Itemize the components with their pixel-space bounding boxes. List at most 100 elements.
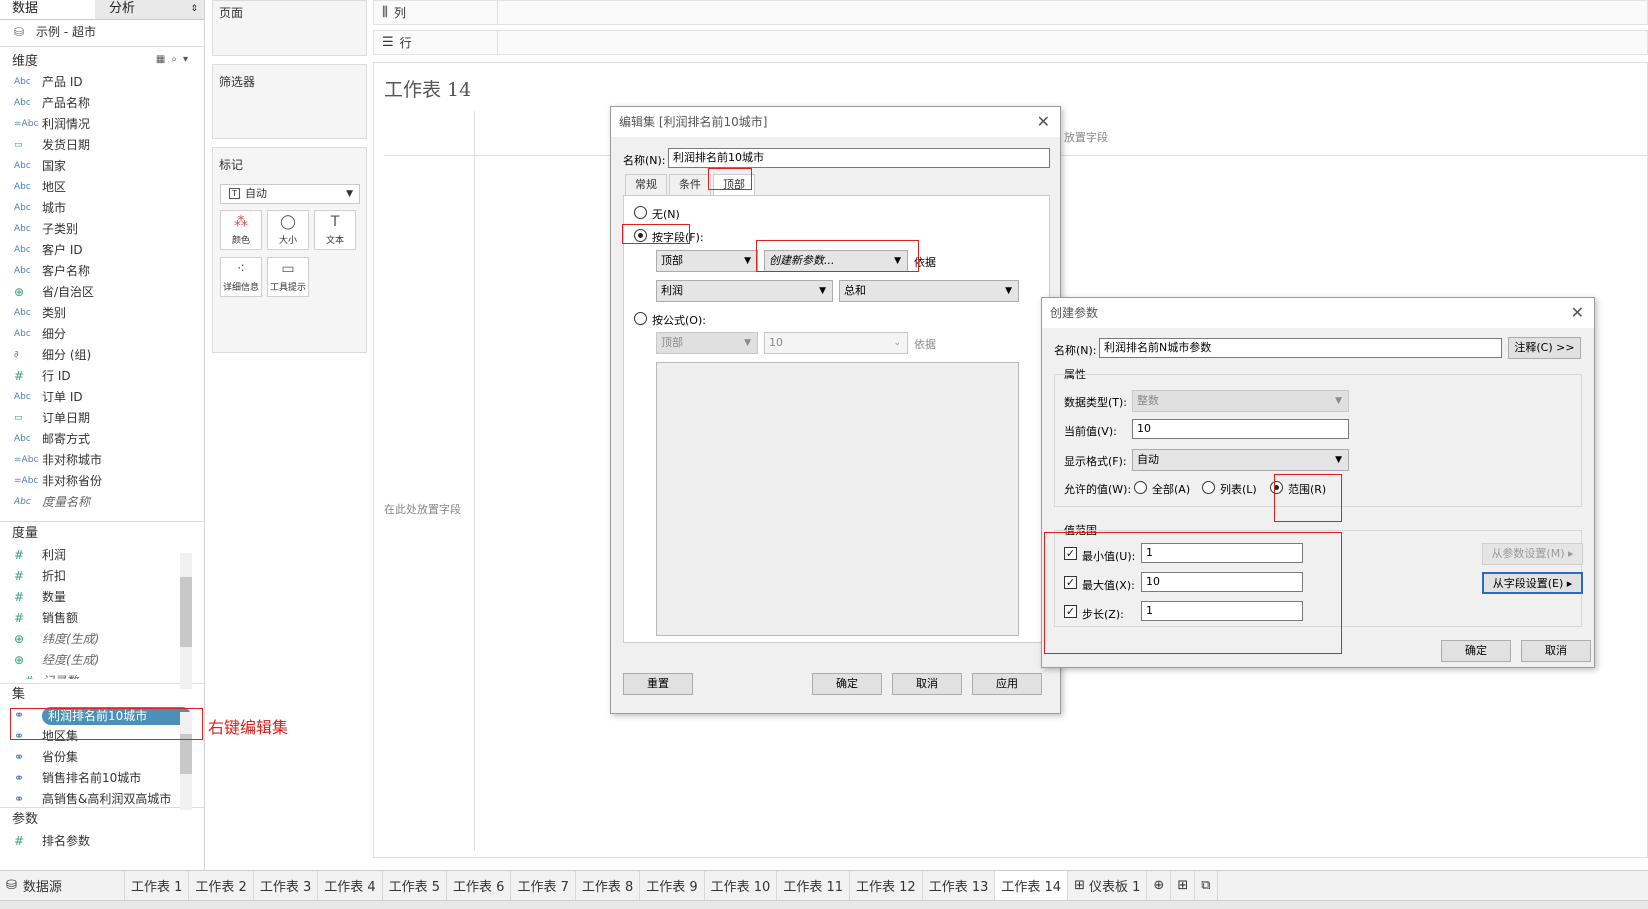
field-item[interactable]: Abc 城市 (0, 198, 204, 219)
field-item[interactable]: Abc 邮寄方式 (0, 429, 204, 450)
new-dashboard-icon[interactable]: ⊞ (1171, 871, 1196, 900)
field-label: 订单日期 (42, 411, 91, 425)
field-item[interactable]: ▭ 发货日期 (0, 135, 204, 156)
field-item[interactable]: Abc 订单 ID (0, 387, 204, 408)
set-item[interactable]: ⚭ 高销售&高利润双高城市 (0, 789, 204, 807)
datasource-item[interactable]: ⛁ 示例 - 超市 (0, 20, 204, 44)
sheet-tab[interactable]: 工作表 12 (850, 871, 923, 900)
measures-scrollbar[interactable] (180, 553, 192, 689)
format-select[interactable]: 自动 ▼ (1132, 449, 1349, 471)
field-item[interactable]: =Abc 非对称省份 (0, 471, 204, 492)
field-item[interactable]: ∂ 细分 (组) (0, 345, 204, 366)
rows-shelf[interactable]: ☰ 行 (373, 30, 1648, 55)
sheet-tab[interactable]: 工作表 6 (447, 871, 512, 900)
datatype-select[interactable]: 整数 ▼ (1132, 390, 1349, 412)
field-item[interactable]: Abc 客户名称 (0, 261, 204, 282)
mark-button[interactable]: ⁖ 详细信息 (220, 257, 262, 297)
formula-textarea[interactable] (656, 362, 1019, 636)
dashboard-tab[interactable]: ⊞ 仪表板 1 (1068, 871, 1148, 900)
param-name-input[interactable]: 利润排名前N城市参数 (1099, 338, 1502, 358)
field-item[interactable]: # 利润 (0, 545, 204, 566)
field-item[interactable]: ⊕ 经度(生成) (0, 650, 204, 671)
set-name-input[interactable]: 利润排名前10城市 (668, 148, 1050, 168)
cancel-button[interactable]: 取消 (892, 673, 962, 695)
set-item[interactable]: ⚭ 销售排名前10城市 (0, 768, 204, 789)
set-tab-0[interactable]: 常规 (625, 174, 667, 195)
field-item[interactable]: ▭ 订单日期 (0, 408, 204, 429)
field-select[interactable]: 利润 ▼ (656, 280, 833, 302)
close-icon[interactable]: ✕ (1037, 107, 1050, 137)
sheet-tab[interactable]: 工作表 5 (383, 871, 448, 900)
radio-none[interactable] (634, 206, 647, 219)
apply-button[interactable]: 应用 (972, 673, 1042, 695)
sheet-tab[interactable]: 工作表 13 (923, 871, 996, 900)
field-item[interactable]: # 销售额 (0, 608, 204, 629)
pages-card[interactable]: 页面 (212, 0, 367, 56)
columns-shelf[interactable]: ⫼ 列 (373, 0, 1648, 25)
sheet-tab[interactable]: 工作表 3 (254, 871, 319, 900)
new-sheet-icon[interactable]: ⊕ (1147, 871, 1172, 900)
mark-button[interactable]: ◯ 大小 (267, 210, 309, 250)
radio-allowed-all[interactable] (1134, 481, 1147, 494)
datasource-tab[interactable]: ⛁ 数据源 (0, 871, 125, 900)
param-ok-button[interactable]: 确定 (1441, 640, 1511, 662)
field-item[interactable]: =Abc 利润情况 (0, 114, 204, 135)
current-value-input[interactable]: 10 (1132, 419, 1349, 439)
field-item[interactable]: Abc 产品名称 (0, 93, 204, 114)
top-select[interactable]: 顶部 ▼ (656, 250, 758, 272)
formula-value-select[interactable]: 10 ⌄ (764, 332, 908, 354)
mark-button[interactable]: T 文本 (314, 210, 356, 250)
reset-button[interactable]: 重置 (623, 673, 693, 695)
sheet-tab[interactable]: 工作表 7 (511, 871, 576, 900)
field-item[interactable]: Abc 客户 ID (0, 240, 204, 261)
dropdown-arrow-icon: ▼ (819, 286, 826, 296)
field-item[interactable]: =#记录数 (0, 671, 204, 679)
drop-field-columns[interactable]: 放置字段 (1064, 129, 1108, 145)
field-item[interactable]: Abc 细分 (0, 324, 204, 345)
field-item[interactable]: Abc 产品 ID (0, 72, 204, 93)
formula-top-select[interactable]: 顶部 ▼ (656, 332, 758, 354)
filters-card[interactable]: 筛选器 (212, 64, 367, 139)
aggregation-select[interactable]: 总和 ▼ (839, 280, 1019, 302)
field-item[interactable]: # 行 ID (0, 366, 204, 387)
sheet-tab[interactable]: 工作表 2 (189, 871, 254, 900)
new-story-icon[interactable]: ⧉ (1195, 871, 1218, 900)
tab-analysis[interactable]: 分析 ⇕ (95, 0, 204, 19)
field-item[interactable]: ⊕ 纬度(生成) (0, 629, 204, 650)
grid-view-icon[interactable]: ▦ (156, 54, 171, 65)
from-param-button[interactable]: 从参数设置(M) ▸ (1482, 543, 1583, 565)
sheet-tab[interactable]: 工作表 10 (705, 871, 778, 900)
menu-dropdown-icon[interactable]: ▾ (183, 54, 194, 65)
sheet-tab[interactable]: 工作表 14 (995, 871, 1069, 900)
search-icon[interactable]: ⌕ (171, 54, 183, 65)
sheet-tab[interactable]: 工作表 8 (576, 871, 641, 900)
field-item[interactable]: # 数量 (0, 587, 204, 608)
sheet-tab[interactable]: 工作表 4 (318, 871, 383, 900)
mark-button[interactable]: ⁂ 颜色 (220, 210, 262, 250)
mark-button[interactable]: ▭ 工具提示 (267, 257, 309, 297)
comment-button[interactable]: 注释(C) >> (1508, 337, 1581, 359)
from-field-button[interactable]: 从字段设置(E) ▸ (1482, 572, 1583, 594)
field-item[interactable]: Abc 子类别 (0, 219, 204, 240)
ok-button[interactable]: 确定 (812, 673, 882, 695)
sheet-tab[interactable]: 工作表 1 (125, 871, 190, 900)
field-item[interactable]: Abc 度量名称 (0, 492, 204, 513)
field-item[interactable]: Abc 国家 (0, 156, 204, 177)
field-item[interactable]: # 折扣 (0, 566, 204, 587)
drop-field-rows[interactable]: 在此处放置字段 (384, 501, 461, 517)
field-item[interactable]: Abc 类别 (0, 303, 204, 324)
param-item[interactable]: # 排名参数 (0, 831, 204, 852)
param-cancel-button[interactable]: 取消 (1521, 640, 1591, 662)
set-tab-1[interactable]: 条件 (669, 174, 711, 195)
radio-allowed-list[interactable] (1202, 481, 1215, 494)
tab-data[interactable]: 数据 (0, 0, 95, 19)
sheet-tab[interactable]: 工作表 9 (640, 871, 705, 900)
field-item[interactable]: =Abc 非对称城市 (0, 450, 204, 471)
field-item[interactable]: ⊕ 省/自治区 (0, 282, 204, 303)
mark-type-select[interactable]: T 自动 ▼ (220, 184, 360, 204)
sheet-tab[interactable]: 工作表 11 (777, 871, 851, 900)
close-icon[interactable]: ✕ (1571, 298, 1584, 328)
set-item[interactable]: ⚭ 省份集 (0, 747, 204, 768)
radio-by-formula[interactable] (634, 312, 647, 325)
field-item[interactable]: Abc 地区 (0, 177, 204, 198)
